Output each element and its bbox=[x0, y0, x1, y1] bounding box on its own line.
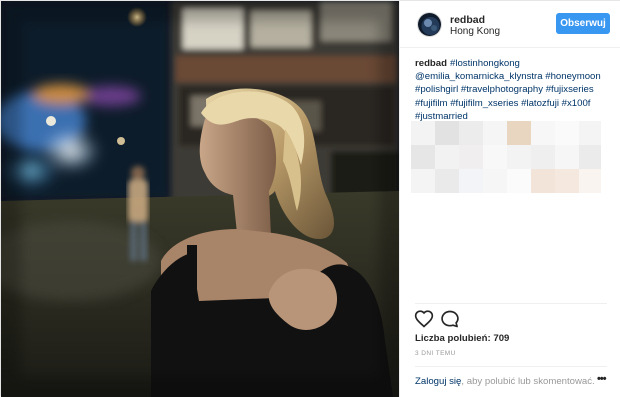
comment-bubble-icon[interactable] bbox=[440, 309, 460, 329]
hashtag-link[interactable]: #travelphotography bbox=[461, 84, 543, 95]
location-link[interactable]: Hong Kong bbox=[450, 26, 500, 37]
photo-scene bbox=[1, 1, 399, 397]
post-timestamp[interactable]: 3 DNI TEMU bbox=[415, 350, 456, 357]
caption-author-link[interactable]: redbad bbox=[415, 58, 447, 69]
hashtag-link[interactable]: #lostinhongkong bbox=[450, 58, 520, 69]
post-sidebar: redbad Hong Kong Obserwuj redbad #lostinh… bbox=[399, 1, 620, 397]
post-header: redbad Hong Kong Obserwuj bbox=[400, 1, 620, 48]
instagram-post: redbad Hong Kong Obserwuj redbad #lostinh… bbox=[0, 0, 620, 397]
likes-label: Liczba polubień: bbox=[415, 333, 491, 344]
login-prompt-text: , aby polubić lub skomentować. bbox=[461, 376, 595, 387]
pixelated-comments bbox=[411, 121, 601, 193]
mention-link[interactable]: @emilia_komarnicka_klynstra bbox=[415, 71, 543, 82]
avatar-image bbox=[418, 13, 441, 36]
post-photo[interactable] bbox=[1, 1, 399, 397]
post-caption: redbad #lostinhongkong @emilia_komarnicka… bbox=[415, 57, 615, 123]
likes-count[interactable]: Liczba polubień: 709 bbox=[415, 333, 509, 344]
post-actions bbox=[414, 309, 474, 331]
hashtag-link[interactable]: #x100f bbox=[562, 98, 591, 109]
hashtag-link[interactable]: #fujixseries bbox=[546, 84, 594, 95]
divider bbox=[415, 366, 607, 367]
hashtag-link[interactable]: #latozfuji bbox=[521, 98, 559, 109]
heart-icon[interactable] bbox=[414, 309, 434, 329]
hashtag-link[interactable]: #honeymoon bbox=[545, 71, 600, 82]
hashtag-link[interactable]: #polishgirl bbox=[415, 84, 458, 95]
hashtag-link[interactable]: #fujifilm_xseries bbox=[450, 98, 518, 109]
divider bbox=[415, 303, 607, 304]
follow-button[interactable]: Obserwuj bbox=[556, 13, 610, 34]
username-link[interactable]: redbad bbox=[450, 14, 485, 26]
likes-number: 709 bbox=[493, 333, 510, 344]
login-link[interactable]: Zaloguj się bbox=[415, 376, 461, 387]
more-options-icon[interactable]: ••• bbox=[597, 373, 607, 385]
login-prompt: Zaloguj się, aby polubić lub skomentować… bbox=[415, 376, 615, 387]
avatar[interactable] bbox=[417, 12, 442, 37]
hashtag-link[interactable]: #fujifilm bbox=[415, 98, 448, 109]
